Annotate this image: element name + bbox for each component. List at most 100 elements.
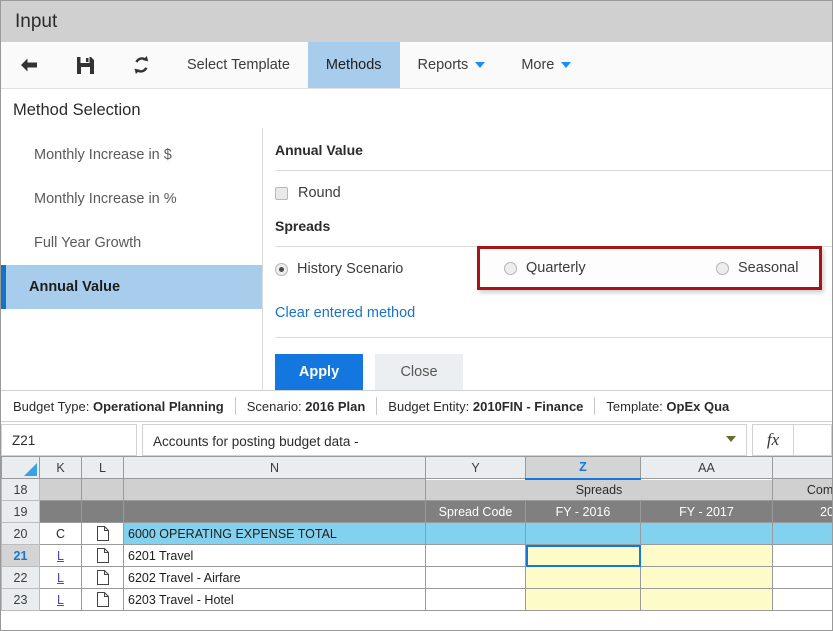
cell-Y23[interactable] bbox=[425, 588, 526, 611]
fx-icon: fx bbox=[766, 430, 780, 449]
name-box[interactable]: Z21 bbox=[1, 424, 137, 456]
method-item-monthly-increase-percent[interactable]: Monthly Increase in % bbox=[1, 177, 262, 221]
column-header-Y[interactable]: Y bbox=[425, 456, 526, 479]
history-scenario-radio[interactable] bbox=[275, 262, 288, 276]
history-scenario-option[interactable]: History Scenario bbox=[275, 261, 475, 277]
toolbar-item-more[interactable]: More bbox=[503, 42, 589, 88]
column-header-AA[interactable]: AA bbox=[640, 456, 773, 479]
cell-Z22[interactable] bbox=[525, 566, 641, 589]
column-header-Z[interactable]: Z bbox=[525, 456, 641, 480]
cell-K18[interactable] bbox=[39, 478, 82, 501]
context-value: OpEx Qua bbox=[666, 398, 730, 414]
method-selection-panel: Monthly Increase in $ Monthly Increase i… bbox=[1, 128, 832, 390]
cell-AB22[interactable] bbox=[772, 566, 832, 589]
cell-L22[interactable] bbox=[81, 566, 124, 589]
quarterly-option[interactable]: Quarterly bbox=[504, 260, 586, 276]
cell-L18[interactable] bbox=[81, 478, 124, 501]
cell-compare-header[interactable]: 20 bbox=[772, 500, 832, 523]
cell-K20[interactable]: C bbox=[39, 522, 82, 545]
document-icon bbox=[96, 570, 109, 585]
cell-Z21[interactable] bbox=[525, 544, 641, 567]
cell-L23[interactable] bbox=[81, 588, 124, 611]
row-header-23[interactable]: 23 bbox=[1, 588, 40, 611]
clear-entered-method-link[interactable]: Clear entered method bbox=[275, 291, 832, 338]
close-button[interactable]: Close bbox=[375, 354, 463, 390]
cell-AB23[interactable] bbox=[772, 588, 832, 611]
spreads-options-row: History Scenario Quarterly Seasonal bbox=[275, 246, 832, 291]
seasonal-radio[interactable] bbox=[716, 261, 729, 275]
grid-table: K L N Y Z AA 18 Spreads Compa 19 bbox=[1, 456, 832, 611]
toolbar-item-select-template[interactable]: Select Template bbox=[169, 42, 308, 88]
cell-group-compare[interactable]: Compa bbox=[772, 478, 832, 501]
method-item-full-year-growth[interactable]: Full Year Growth bbox=[1, 221, 262, 265]
cell-AB21[interactable] bbox=[772, 544, 832, 567]
cell-K19[interactable] bbox=[39, 500, 82, 523]
row-header-19[interactable]: 19 bbox=[1, 500, 40, 523]
cell-AA20[interactable] bbox=[640, 522, 773, 545]
spreadsheet-grid[interactable]: K L N Y Z AA 18 Spreads Compa 19 bbox=[1, 456, 832, 626]
table-row: 19 Spread Code FY - 2016 FY - 2017 20 bbox=[1, 500, 832, 523]
refresh-icon[interactable] bbox=[113, 42, 169, 88]
cell-Z20[interactable] bbox=[525, 522, 641, 545]
row-header-18[interactable]: 18 bbox=[1, 478, 40, 501]
chevron-down-icon[interactable] bbox=[726, 436, 736, 442]
apply-button[interactable]: Apply bbox=[275, 354, 363, 390]
cell-L19[interactable] bbox=[81, 500, 124, 523]
cell-L21[interactable] bbox=[81, 544, 124, 567]
context-template: Template: OpEx Qua bbox=[606, 399, 740, 414]
method-item-annual-value[interactable]: Annual Value bbox=[1, 265, 262, 309]
seasonal-option[interactable]: Seasonal bbox=[716, 260, 798, 276]
cell-fy-2017-header[interactable]: FY - 2017 bbox=[640, 500, 773, 523]
spreads-section-label: Spreads bbox=[275, 214, 832, 247]
save-icon[interactable] bbox=[57, 42, 113, 88]
column-header-N[interactable]: N bbox=[123, 456, 426, 479]
cell-AA22[interactable] bbox=[640, 566, 773, 589]
round-label: Round bbox=[298, 185, 341, 201]
cell-N19[interactable] bbox=[123, 500, 426, 523]
insert-function-button[interactable]: fx bbox=[752, 424, 794, 456]
column-header-AB[interactable] bbox=[772, 456, 832, 479]
cell-N21[interactable]: 6201 Travel bbox=[123, 544, 426, 567]
cell-N23[interactable]: 6203 Travel - Hotel bbox=[123, 588, 426, 611]
cell-K22[interactable]: L bbox=[39, 566, 82, 589]
quarterly-radio[interactable] bbox=[504, 261, 517, 275]
row-header-21[interactable]: 21 bbox=[1, 544, 40, 567]
column-header-L[interactable]: L bbox=[81, 456, 124, 479]
row-header-22[interactable]: 22 bbox=[1, 566, 40, 589]
cell-AA21[interactable] bbox=[640, 544, 773, 567]
context-value: 2010FIN - Finance bbox=[472, 398, 584, 414]
method-item-monthly-increase-dollar[interactable]: Monthly Increase in $ bbox=[1, 133, 262, 177]
seasonal-label: Seasonal bbox=[738, 260, 799, 276]
method-action-buttons: Apply Close bbox=[275, 338, 832, 390]
context-value: Operational Planning bbox=[93, 398, 224, 414]
cell-Z23[interactable] bbox=[525, 588, 641, 611]
cell-N20[interactable]: 6000 OPERATING EXPENSE TOTAL bbox=[123, 522, 426, 545]
round-checkbox[interactable] bbox=[275, 186, 288, 200]
select-all-corner[interactable] bbox=[1, 456, 40, 479]
cell-N22[interactable]: 6202 Travel - Airfare bbox=[123, 566, 426, 589]
spread-type-highlight-box: Quarterly Seasonal bbox=[477, 246, 822, 290]
formula-input[interactable]: Accounts for posting budget data - bbox=[142, 424, 747, 456]
cell-AB20[interactable] bbox=[772, 522, 832, 545]
cell-Y21[interactable] bbox=[425, 544, 526, 567]
cell-Y20[interactable] bbox=[425, 522, 526, 545]
toolbar-item-reports[interactable]: Reports bbox=[400, 42, 504, 88]
cell-AA23[interactable] bbox=[640, 588, 773, 611]
context-label: Budget Entity: bbox=[388, 398, 470, 414]
method-item-label: Full Year Growth bbox=[34, 235, 142, 251]
round-checkbox-row[interactable]: Round bbox=[275, 171, 832, 214]
cell-N18[interactable] bbox=[123, 478, 426, 501]
page-title: Method Selection bbox=[13, 101, 141, 119]
cell-fy-2016-header[interactable]: FY - 2016 bbox=[525, 500, 641, 523]
chevron-down-icon bbox=[561, 62, 572, 68]
cell-L20[interactable] bbox=[81, 522, 124, 545]
row-header-20[interactable]: 20 bbox=[1, 522, 40, 545]
cell-K23[interactable]: L bbox=[39, 588, 82, 611]
cell-spread-code-header[interactable]: Spread Code bbox=[425, 500, 526, 523]
cell-group-spreads[interactable]: Spreads bbox=[425, 478, 773, 501]
cell-K21[interactable]: L bbox=[39, 544, 82, 567]
back-arrow-icon[interactable] bbox=[1, 42, 57, 88]
toolbar-item-methods[interactable]: Methods bbox=[307, 42, 400, 88]
column-header-K[interactable]: K bbox=[39, 456, 82, 479]
cell-Y22[interactable] bbox=[425, 566, 526, 589]
